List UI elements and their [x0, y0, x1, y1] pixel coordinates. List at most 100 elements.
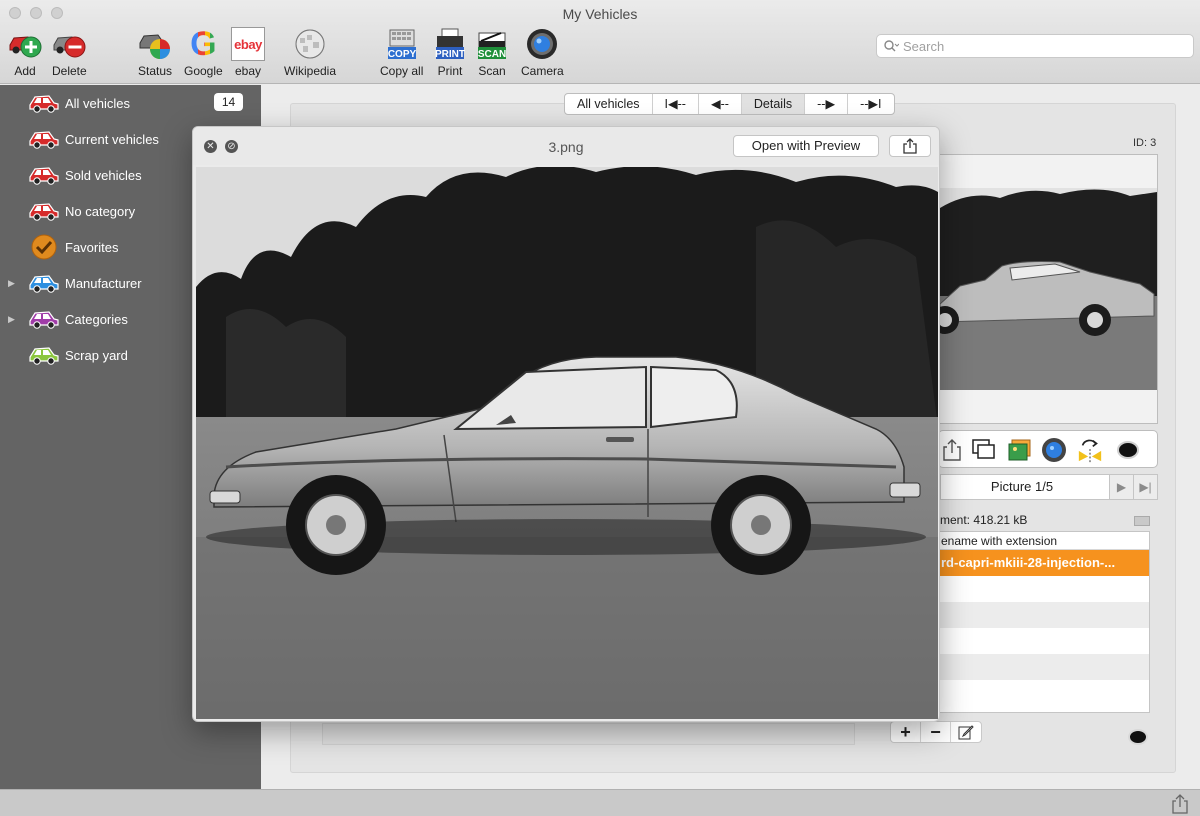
wikipedia-button[interactable]: Wikipedia	[284, 27, 336, 78]
picture-actions	[938, 430, 1158, 468]
first-record-button[interactable]: I◀--	[653, 94, 699, 114]
car-icon	[29, 95, 59, 113]
status-button[interactable]: Status	[138, 27, 172, 78]
car-icon	[29, 167, 59, 185]
car-icon	[29, 203, 59, 221]
notes-strip	[322, 723, 855, 745]
sidebar-item-label: Scrap yard	[65, 347, 128, 363]
scan-tag-text: SCAN	[478, 49, 506, 60]
next-picture-icon[interactable]: ▶	[1109, 475, 1133, 499]
sidebar-item-label: Sold vehicles	[65, 167, 142, 183]
attachment-size: ment: 418.21 kB	[940, 513, 1028, 527]
camera-lens-icon	[525, 27, 559, 61]
delete-button[interactable]: Delete	[52, 27, 87, 78]
wikipedia-label: Wikipedia	[284, 64, 337, 78]
copy-all-label: Copy all	[380, 64, 424, 78]
google-label: Google	[184, 64, 223, 78]
table-row[interactable]	[939, 602, 1149, 628]
google-icon: G	[186, 27, 220, 61]
car-add-icon	[8, 27, 42, 61]
table-row[interactable]	[939, 576, 1149, 602]
black-dot-icon[interactable]	[1115, 437, 1141, 463]
scan-button[interactable]: SCAN Scan	[475, 27, 509, 78]
search-input[interactable]: Search	[876, 34, 1194, 58]
share-icon	[903, 138, 917, 154]
picture-navigator: Picture 1/5 ▶ ▶|	[940, 474, 1158, 500]
attachment-controls: + −	[890, 721, 982, 743]
search-icon	[884, 40, 899, 52]
sidebar-item-label: Categories	[65, 311, 128, 327]
print-button[interactable]: PRINT Print	[433, 27, 467, 78]
share-button[interactable]	[889, 135, 931, 157]
quicklook-window: ✕ ⊘ 3.png Open with Preview	[192, 126, 940, 722]
car-icon	[29, 131, 59, 149]
car-delete-icon	[52, 27, 86, 61]
sidebar-item-label: Current vehicles	[65, 131, 159, 147]
status-label: Status	[138, 64, 173, 78]
car-icon	[29, 311, 59, 329]
scanner-icon: SCAN	[475, 27, 509, 61]
vehicle-thumbnail[interactable]	[940, 188, 1157, 390]
camera-label: Camera	[521, 64, 564, 78]
print-label: Print	[437, 64, 463, 78]
title-toolbar: My Vehicles Add Delete Status G Google e…	[0, 0, 1200, 84]
disclosure-triangle-icon[interactable]: ▶	[8, 278, 15, 289]
ebay-icon: ebay	[231, 27, 265, 61]
table-row[interactable]	[939, 654, 1149, 680]
count-badge: 14	[214, 93, 243, 111]
disclosure-triangle-icon[interactable]: ▶	[8, 314, 15, 325]
add-attachment-button[interactable]: +	[891, 722, 921, 742]
black-dot-icon[interactable]	[1128, 729, 1148, 745]
sidebar-item-label: All vehicles	[65, 95, 131, 111]
camera-button[interactable]: Camera	[521, 27, 564, 78]
google-button[interactable]: G Google	[184, 27, 223, 78]
add-label: Add	[14, 64, 36, 78]
last-record-button[interactable]: --▶I	[848, 94, 893, 114]
table-row[interactable]: rd-capri-mkiii-28-injection-...	[939, 550, 1149, 576]
window-title: My Vehicles	[562, 6, 638, 22]
attachments-table: ename with extension rd-capri-mkiii-28-i…	[938, 531, 1150, 713]
last-picture-icon[interactable]: ▶|	[1133, 475, 1157, 499]
search-placeholder: Search	[903, 38, 945, 54]
table-row[interactable]	[939, 628, 1149, 654]
next-record-button[interactable]: --▶	[805, 94, 849, 114]
ebay-button[interactable]: ebay ebay	[231, 27, 265, 78]
sidebar-item-label: Favorites	[65, 239, 119, 255]
pencil-icon	[958, 725, 974, 740]
ebay-logo-text: ebay	[234, 36, 262, 52]
copy-icon: COPY	[385, 27, 419, 61]
attachment-toggle[interactable]	[1134, 516, 1150, 526]
printer-icon: PRINT	[433, 27, 467, 61]
photos-icon[interactable]	[1007, 437, 1033, 463]
add-button[interactable]: Add	[8, 27, 42, 78]
sidebar-item-label: Manufacturer	[65, 275, 142, 291]
delete-label: Delete	[52, 64, 87, 78]
share-icon[interactable]	[1172, 794, 1188, 816]
google-logo-text: G	[190, 25, 217, 63]
camera-lens-icon[interactable]	[1041, 437, 1067, 463]
quicklook-header: ✕ ⊘ 3.png Open with Preview	[193, 127, 939, 165]
open-with-preview-button[interactable]: Open with Preview	[733, 135, 879, 157]
picture-counter: Picture 1/5	[990, 479, 1054, 494]
table-header[interactable]: ename with extension	[939, 532, 1149, 550]
slideshow-icon[interactable]	[971, 437, 997, 463]
previous-record-button[interactable]: ◀--	[699, 94, 742, 114]
car-icon	[29, 275, 59, 293]
table-row[interactable]	[939, 680, 1149, 706]
sidebar-item-all-vehicles[interactable]: All vehicles 14	[0, 85, 261, 121]
all-vehicles-tab[interactable]: All vehicles	[565, 94, 653, 114]
record-id: ID: 3	[1133, 137, 1157, 149]
rotate-flip-icon[interactable]	[1077, 437, 1103, 463]
sidebar-item-label: No category	[65, 203, 136, 219]
wikipedia-globe-icon	[293, 27, 327, 61]
share-icon[interactable]	[939, 437, 965, 463]
remove-attachment-button[interactable]: −	[921, 722, 951, 742]
copy-tag-text: COPY	[388, 49, 417, 60]
status-bar	[0, 789, 1200, 816]
details-tab[interactable]: Details	[741, 94, 806, 114]
print-tag-text: PRINT	[435, 49, 465, 60]
ebay-label: ebay	[234, 64, 262, 78]
status-pie-icon	[138, 27, 172, 61]
edit-attachment-button[interactable]	[951, 722, 981, 742]
copy-all-button[interactable]: COPY Copy all	[380, 27, 423, 78]
